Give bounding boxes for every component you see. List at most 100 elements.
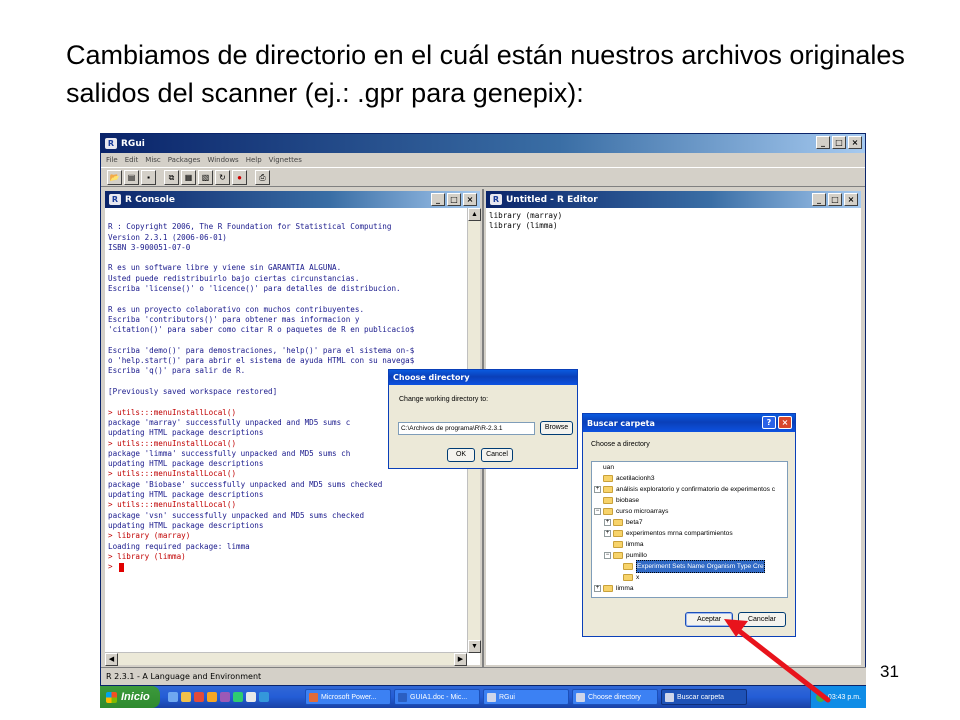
quicklaunch-icon[interactable] — [246, 692, 256, 702]
scroll-down-icon[interactable]: ▼ — [468, 640, 481, 653]
expand-icon[interactable]: + — [604, 519, 611, 526]
tree-item[interactable]: + beta7 — [592, 517, 787, 528]
clock: 03:43 p.m. — [827, 693, 861, 701]
rgui-titlebar[interactable]: R RGui _ □ × — [101, 134, 865, 153]
tree-item[interactable]: + experimentos mrna compartimientos — [592, 528, 787, 539]
quicklaunch-icon[interactable] — [168, 692, 178, 702]
tree-item[interactable]: biobase — [592, 495, 787, 506]
folder-icon — [603, 475, 613, 482]
console-line: > — [108, 562, 464, 572]
minimize-icon[interactable]: _ — [431, 193, 445, 206]
maximize-icon[interactable]: □ — [828, 193, 842, 206]
quicklaunch-icon[interactable] — [233, 692, 243, 702]
task-word[interactable]: GUIA1.doc - Mic... — [394, 689, 480, 705]
menu-packages[interactable]: Packages — [168, 156, 201, 164]
menu-vignettes[interactable]: Vignettes — [269, 156, 302, 164]
folder-tree[interactable]: uan acetilacionh3 + análisis exploratorio y… — [591, 461, 788, 598]
tree-item[interactable]: acetilacionh3 — [592, 473, 787, 484]
buscar-titlebar[interactable]: Buscar carpeta ? × — [583, 414, 795, 432]
tray-icon[interactable] — [815, 692, 825, 702]
copy-paste-icon[interactable]: ▧ — [198, 169, 213, 185]
expand-icon[interactable]: + — [594, 486, 601, 493]
maximize-icon[interactable]: □ — [832, 136, 846, 149]
tree-item-label: curso microarrays — [616, 508, 669, 515]
quick-launch — [168, 692, 269, 702]
choose-directory-dialog: Choose directory Change working director… — [388, 369, 578, 469]
menu-edit[interactable]: Edit — [125, 156, 139, 164]
close-icon[interactable]: × — [463, 193, 477, 206]
tree-item-label: biobase — [616, 497, 640, 504]
quicklaunch-icon[interactable] — [220, 692, 230, 702]
rgui-menubar: File Edit Misc Packages Windows Help Vig… — [101, 153, 865, 167]
browse-button[interactable]: Browse — [540, 421, 573, 435]
maximize-icon[interactable]: □ — [447, 193, 461, 206]
start-button[interactable]: Inicio — [100, 686, 160, 708]
copy-icon[interactable]: ⧉ — [164, 169, 179, 185]
task-choose-directory[interactable]: Choose directory — [572, 689, 658, 705]
choose-dir-titlebar[interactable]: Choose directory — [389, 370, 577, 385]
paste-icon[interactable]: ▦ — [181, 169, 196, 185]
tree-item[interactable]: x — [592, 572, 787, 583]
tree-item[interactable]: uan — [592, 462, 787, 473]
cancelar-button[interactable]: Cancelar — [738, 612, 786, 627]
tree-item[interactable]: limma — [592, 539, 787, 550]
directory-path-field[interactable]: C:\Archivos de programa\R\R-2.3.1 — [398, 422, 535, 435]
cancel-button[interactable]: Cancel — [481, 448, 513, 462]
task-powerpoint[interactable]: Microsoft Power... — [305, 689, 391, 705]
folder-icon — [603, 497, 613, 504]
tree-item[interactable]: + limma — [592, 583, 787, 594]
tree-item[interactable]: − curso microarrays — [592, 506, 787, 517]
page-number: 31 — [880, 662, 899, 681]
minimize-icon[interactable]: _ — [816, 136, 830, 149]
ok-button[interactable]: OK — [447, 448, 475, 462]
quicklaunch-icon[interactable] — [181, 692, 191, 702]
slide-title: Cambiamos de directorio en el cuál están… — [66, 40, 905, 108]
close-icon[interactable]: × — [844, 193, 858, 206]
scroll-left-icon[interactable]: ◀ — [105, 653, 118, 666]
menu-misc[interactable]: Misc — [145, 156, 160, 164]
quicklaunch-icon[interactable] — [194, 692, 204, 702]
editor-content[interactable]: library (marray) library (limma) — [486, 208, 861, 235]
close-icon[interactable]: × — [778, 416, 792, 429]
buscar-label: Choose a directory — [591, 441, 650, 448]
expand-icon[interactable]: + — [594, 585, 601, 592]
editor-titlebar[interactable]: R Untitled - R Editor _ □ × — [486, 191, 861, 208]
minimize-icon[interactable]: _ — [812, 193, 826, 206]
scroll-up-icon[interactable]: ▲ — [468, 208, 481, 221]
tree-item-label: x — [636, 574, 640, 581]
console-line: Usted puede redistribuirlo bajo ciertas … — [108, 273, 360, 283]
console-titlebar[interactable]: R R Console _ □ × — [105, 191, 480, 208]
tree-item[interactable]: + análisis exploratorio y confirmatorio d… — [592, 484, 787, 495]
task-rgui[interactable]: RGui — [483, 689, 569, 705]
r-logo-icon: R — [490, 194, 502, 205]
refresh-icon[interactable]: ↻ — [215, 169, 230, 185]
scroll-right-icon[interactable]: ▶ — [454, 653, 467, 666]
print-icon[interactable]: ⎙ — [255, 169, 270, 185]
help-icon[interactable]: ? — [762, 416, 776, 429]
start-label: Inicio — [121, 691, 150, 703]
quicklaunch-icon[interactable] — [259, 692, 269, 702]
console-line: package 'vsn' successfully unpacked and … — [108, 510, 365, 520]
stop-icon[interactable]: ● — [232, 169, 247, 185]
save-icon[interactable]: ▪ — [141, 169, 156, 185]
expand-icon[interactable]: − — [604, 552, 611, 559]
menu-help[interactable]: Help — [246, 156, 262, 164]
r-logo-icon: R — [105, 138, 117, 149]
choose-dir-label: Change working directory to: — [399, 396, 489, 403]
close-icon[interactable]: × — [848, 136, 862, 149]
quicklaunch-icon[interactable] — [207, 692, 217, 702]
task-buscar-carpeta[interactable]: Buscar carpeta — [661, 689, 747, 705]
console-line: updating HTML package descriptions — [108, 490, 264, 500]
expand-icon[interactable]: − — [594, 508, 601, 515]
aceptar-button[interactable]: Aceptar — [685, 612, 733, 627]
console-hscrollbar[interactable]: ◀ ▶ — [105, 652, 467, 666]
expand-icon[interactable]: + — [604, 530, 611, 537]
load-workspace-icon[interactable]: ▤ — [124, 169, 139, 185]
open-script-icon[interactable]: 📂 — [107, 169, 122, 185]
tree-item-label: limma — [626, 541, 644, 548]
tree-item-label: análisis exploratorio y confirmatorio de… — [616, 486, 776, 493]
tree-item[interactable]: Experiment Sets Name Organism Type Cre — [592, 560, 787, 573]
menu-windows[interactable]: Windows — [207, 156, 238, 164]
menu-file[interactable]: File — [106, 156, 118, 164]
